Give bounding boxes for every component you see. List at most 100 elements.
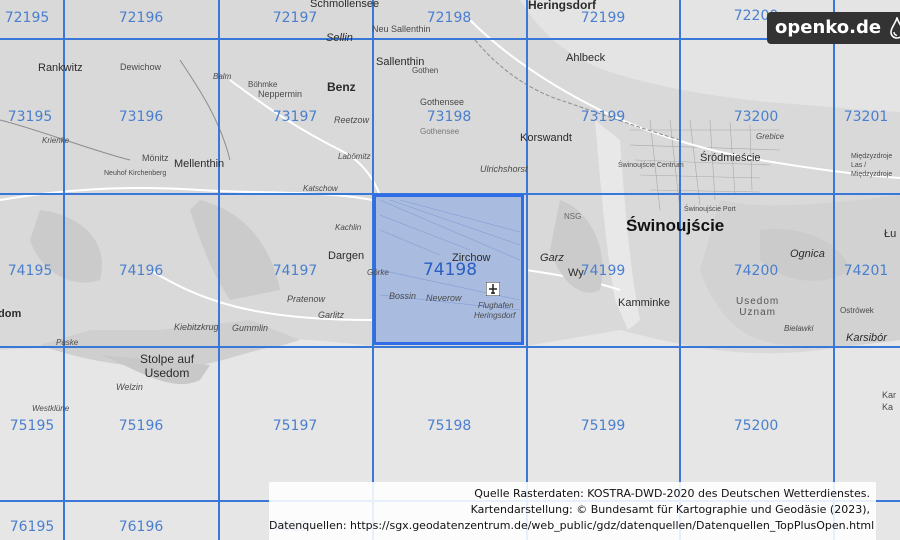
place-neverow: Neverow [426,293,462,303]
place-usedom-line1: Usedom [736,296,780,307]
openko-logo[interactable]: openko.de [767,12,900,44]
place-stolpe-line1: Stolpe auf [140,352,195,366]
credits-line-3[interactable]: Datenquellen: https://sgx.geodatenzentru… [269,518,874,534]
grid-cell-label[interactable]: 73195 [8,109,53,125]
place-schmollensee: Schmollensee [310,0,380,10]
place-swinoujscie: Świnoujście [626,216,725,235]
place-stolpe-auf-usedom: Stolpe auf Usedom [140,352,194,380]
place-labomitz: Labömitz [338,152,371,161]
grid-cell-label[interactable]: 75197 [273,418,318,434]
place-gothensee: Gothensee [420,97,465,107]
place-bohmke: Böhmke [248,80,278,89]
place-ostrowek: Ostrówek [840,306,874,315]
grid-cell-label[interactable]: 76195 [10,519,55,535]
grid-cell-label[interactable]: 72197 [273,10,318,26]
grid-cell-label[interactable]: 75195 [10,418,55,434]
place-zirchow: Zirchow [452,252,491,264]
place-reetzow: Reetzow [334,115,370,125]
place-neppermin: Neppermin [258,89,303,99]
grid-cell-label[interactable]: 74200 [734,263,779,279]
grid-line-vertical [833,0,835,540]
place-garlitz: Garlitz [318,310,345,320]
place-usedom-uznam: Usedom Uznam [736,296,779,318]
attribution-box: Quelle Rasterdaten: KOSTRA-DWD-2020 des … [269,482,876,540]
grid-cell-label[interactable]: 74199 [581,263,626,279]
place-wy: Wy [568,267,584,279]
place-srodmiescie: Śródmieście [700,152,761,164]
place-krienke: Krienke [42,136,70,145]
place-gothen: Gothen [412,66,439,75]
place-korswandt: Korswandt [520,132,572,144]
map-view[interactable]: 74198 72195 72196 72197 72198 72199 7220… [0,0,900,540]
place-kachlin: Kachlin [335,223,362,232]
place-lu: Łu [884,228,897,240]
place-dewichow: Dewichow [120,62,162,72]
grid-cell-label[interactable]: 75200 [734,418,779,434]
place-gummlin: Gummlin [232,323,269,333]
place-ulrichshorst: Ulrichshorst [480,164,528,174]
grid-line-vertical [63,0,65,540]
place-mellenthin: Mellenthin [174,158,225,170]
place-katschow: Katschow [303,184,338,193]
place-gorke: Görke [367,268,389,277]
place-bielawki: Bielawki [784,324,814,333]
grid-cell-label[interactable]: 75199 [581,418,626,434]
place-stolpe-line2: Usedom [144,366,190,380]
place-nsg: NSG [564,212,582,221]
place-kiebitzkrug: Kiebitzkrug [174,322,219,332]
grid-cell-label[interactable]: 72195 [5,10,50,26]
grid-cell-label[interactable]: 74201 [844,263,889,279]
grid-cell-label[interactable]: 73200 [734,109,779,125]
place-neu-sallenthin: Neu Sallenthin [372,24,431,34]
place-dom: dom [0,308,22,320]
grid-cell-label[interactable]: 73196 [119,109,164,125]
place-benz: Benz [327,80,356,94]
place-miedzyzdroje-line1: Międzyzdroje [851,153,893,160]
grid-line-vertical [218,0,220,540]
grid-cell-label[interactable]: 73198 [427,109,472,125]
grid-cell-label[interactable]: 75196 [119,418,164,434]
grid-cell-label[interactable]: 74195 [8,263,53,279]
grid-cell-label[interactable]: 72198 [427,10,472,26]
place-swinoujscie-centrum: Świnoujście Centrum [618,162,684,169]
place-karsibor: Karsibór [846,332,887,344]
place-ka: Ka [882,402,894,412]
place-pratenow: Pratenow [287,294,326,304]
place-usedom-line2: Uznam [739,307,776,318]
grid-line-horizontal [0,346,900,348]
grid-cell-label[interactable]: 73199 [581,109,626,125]
credits-line-1: Quelle Rasterdaten: KOSTRA-DWD-2020 des … [474,487,870,500]
grid-cell-label[interactable]: 73197 [273,109,318,125]
airport-icon [486,282,500,296]
place-paske: Paske [56,338,79,347]
place-moenitz: Mönitz [142,153,169,163]
place-garz: Garz [540,252,564,264]
grid-line-horizontal [0,38,900,40]
grid-cell-label[interactable]: 72196 [119,10,164,26]
place-ognica: Ognica [790,248,825,260]
place-heringsdorf: Heringsdorf [528,0,597,12]
water-drop-icon [890,17,900,39]
place-westklune: Westklüne [32,404,70,413]
place-kar: Kar [882,390,897,400]
place-rankwitz: Rankwitz [38,62,83,74]
grid-cell-label[interactable]: 72199 [581,10,626,26]
place-miedzyzdroje: Międzyzdroje Las / Międzyzdroje [851,152,892,179]
place-dargen: Dargen [328,250,365,262]
place-miedzyzdroje-line3: Międzyzdroje [851,171,893,178]
grid-cell-label[interactable]: 73201 [844,109,889,125]
place-sellin: Sellin [326,32,353,44]
place-balm: Balm [213,72,232,81]
grid-cell-label[interactable]: 74197 [273,263,318,279]
place-ahlbeck: Ahlbeck [566,52,606,64]
place-flughafen: Flughafen [478,301,514,310]
grid-cell-label[interactable]: 76196 [119,519,164,535]
place-flughafen-heringsdorf: Heringsdorf [474,311,516,320]
grid-cell-label[interactable]: 75198 [427,418,472,434]
place-grebice: Grebice [756,132,785,141]
place-swinoujscie-port: Świnoujście Port [684,206,736,213]
grid-cell-label[interactable]: 74196 [119,263,164,279]
credits-line-2: Kartendarstellung: © Bundesamt für Karto… [470,503,870,516]
place-miedzyzdroje-line2: Las / [851,162,867,169]
grid-line-vertical [526,0,528,540]
